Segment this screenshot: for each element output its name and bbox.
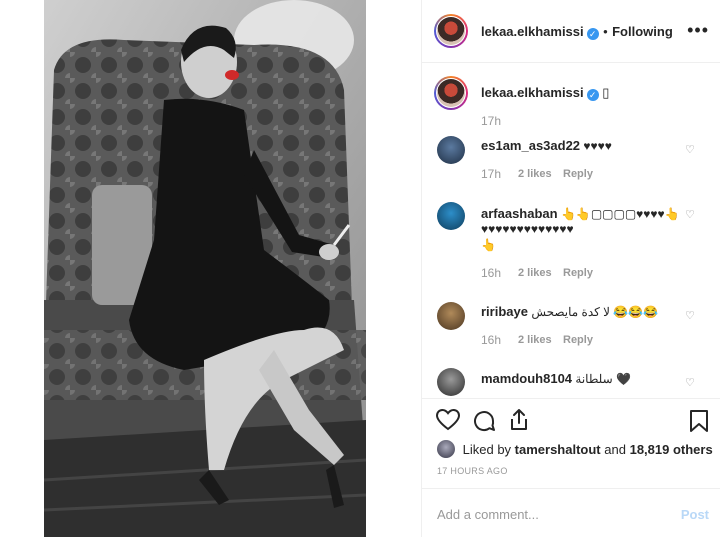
avatar — [437, 17, 465, 45]
comment-item: mamdouh8104 سلطانة 🖤 — [481, 371, 631, 386]
comment-username[interactable]: arfaashaban — [481, 206, 558, 221]
comment-reply[interactable]: Reply — [563, 168, 593, 180]
post-details-panel: lekaa.elkhamissi ✓ • Following ••• lekaa.… — [421, 0, 720, 537]
post-time-ago[interactable]: 17 HOURS AGO — [437, 466, 508, 476]
bookmark-icon[interactable] — [689, 409, 709, 433]
comment-icon[interactable] — [472, 409, 496, 433]
comment-time[interactable]: 16h — [481, 266, 501, 280]
comment-reply[interactable]: Reply — [563, 267, 593, 279]
comment-body-continued: 👆 — [481, 238, 496, 252]
comment-username[interactable]: es1am_as3ad22 — [481, 138, 580, 153]
caption-time[interactable]: 17h — [481, 114, 501, 128]
comment-item: riribaye لا كدة مايصحش 😂😂😂 — [481, 304, 658, 319]
comment-likes[interactable]: 2 likes — [518, 267, 552, 279]
likes-count[interactable]: 18,819 others — [630, 442, 713, 457]
comment-like-icon[interactable]: ♡ — [685, 309, 695, 322]
comment-like-icon[interactable]: ♡ — [685, 143, 695, 156]
following-button[interactable]: Following — [612, 24, 673, 39]
comment-username[interactable]: mamdouh8104 — [481, 371, 572, 386]
comment-avatar[interactable] — [437, 202, 465, 230]
comment-body: ♥♥♥♥ — [583, 139, 612, 153]
comment-item: arfaashaban 👆👆▢▢▢▢♥♥♥♥👆 — [481, 206, 680, 221]
comment-composer: Add a comment... Post — [422, 488, 720, 538]
verified-badge-icon: ✓ — [586, 28, 599, 40]
likes-prefix: Liked by — [462, 442, 512, 457]
likes-summary: Liked by tamershaltout and 18,819 others — [437, 440, 713, 458]
more-options-icon[interactable]: ••• — [687, 20, 709, 41]
comment-likes[interactable]: 2 likes — [518, 334, 552, 346]
liker-username[interactable]: tamershaltout — [515, 442, 601, 457]
comment-item: es1am_as3ad22 ♥♥♥♥ — [481, 138, 612, 153]
verified-badge-icon: ✓ — [586, 89, 599, 101]
comment-body: 👆👆▢▢▢▢♥♥♥♥👆 — [560, 207, 680, 221]
share-icon[interactable] — [508, 408, 530, 432]
comment-body-continued: ♥♥♥♥♥♥♥♥♥♥♥♥♥ — [481, 222, 574, 236]
comment-input[interactable]: Add a comment... — [437, 507, 539, 522]
likes-and: and — [604, 442, 626, 457]
author-username[interactable]: lekaa.elkhamissi — [481, 24, 584, 39]
comment-time[interactable]: 17h — [481, 167, 501, 181]
comment-body: سلطانة 🖤 — [575, 372, 631, 386]
caption-username[interactable]: lekaa.elkhamissi — [481, 85, 584, 100]
comment-reply[interactable]: Reply — [563, 334, 593, 346]
heart-icon[interactable] — [436, 409, 460, 431]
liker-avatar[interactable] — [437, 440, 455, 458]
post-button[interactable]: Post — [681, 507, 709, 522]
comment-like-icon[interactable]: ♡ — [685, 376, 695, 389]
post-photo[interactable] — [44, 0, 366, 537]
comment-body: لا كدة مايصحش 😂😂😂 — [531, 305, 659, 319]
comment-avatar[interactable] — [437, 136, 465, 164]
separator-dot: • — [603, 24, 608, 39]
avatar — [437, 79, 465, 107]
caption-text: ▯ — [602, 85, 610, 100]
photo-illustration — [44, 0, 366, 537]
comment-avatar[interactable] — [437, 302, 465, 330]
author-avatar-ring[interactable] — [434, 14, 468, 48]
comment-like-icon[interactable]: ♡ — [685, 208, 695, 221]
comment-avatar[interactable] — [437, 368, 465, 396]
post-actions-bar — [422, 398, 720, 443]
comment-likes[interactable]: 2 likes — [518, 168, 552, 180]
comment-username[interactable]: riribaye — [481, 304, 528, 319]
comment-time[interactable]: 16h — [481, 333, 501, 347]
post-header: lekaa.elkhamissi ✓ • Following ••• — [422, 0, 720, 63]
caption-avatar-ring[interactable] — [434, 76, 468, 110]
